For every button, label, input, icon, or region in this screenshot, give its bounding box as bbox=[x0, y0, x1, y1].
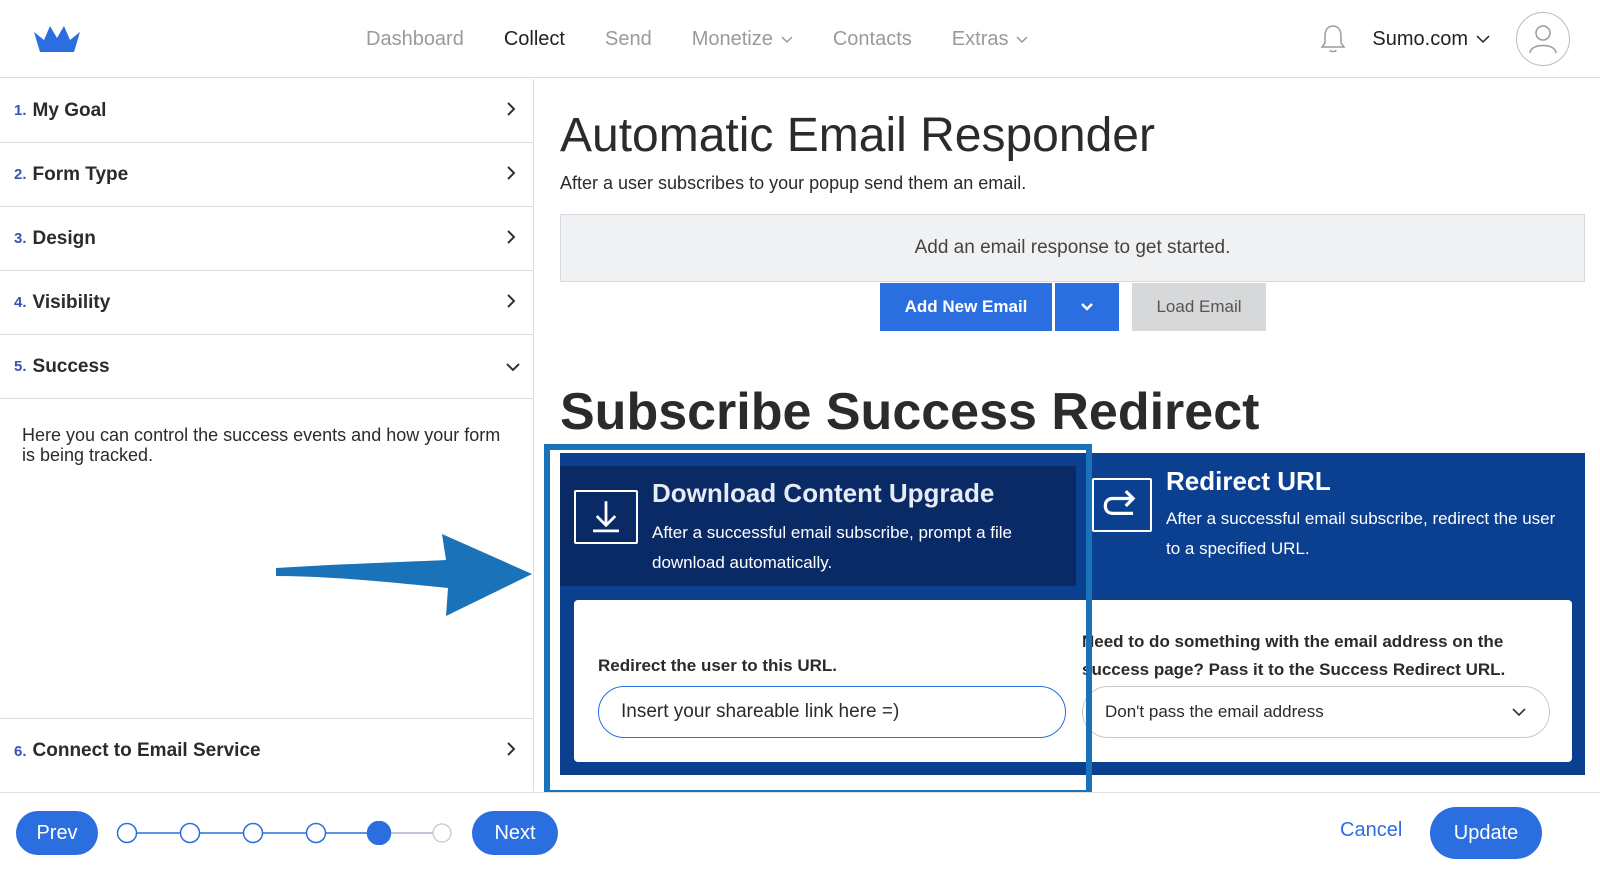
email-response-empty-state: Add an email response to get started. bbox=[560, 214, 1585, 282]
prev-button[interactable]: Prev bbox=[16, 811, 98, 855]
account-menu[interactable]: Sumo.com bbox=[1372, 28, 1490, 51]
step-number: 2. bbox=[14, 166, 27, 183]
redirect-icon bbox=[1092, 478, 1152, 532]
user-icon bbox=[1529, 25, 1557, 54]
annotation-arrow-icon bbox=[276, 534, 532, 616]
pass-email-label: Need to do something with the email addr… bbox=[1082, 632, 1506, 679]
chevron-right-icon bbox=[507, 742, 516, 756]
nav-contacts[interactable]: Contacts bbox=[833, 28, 912, 51]
chevron-down-icon bbox=[781, 36, 793, 44]
wizard-footer: Prev Next Cancel Update bbox=[0, 792, 1600, 870]
step-form-type[interactable]: 2. Form Type bbox=[0, 143, 533, 207]
nav-label: Contacts bbox=[832, 27, 912, 50]
chevron-right-icon bbox=[507, 166, 516, 180]
chevron-down-icon bbox=[506, 363, 520, 372]
progress-dot-current[interactable] bbox=[366, 821, 392, 845]
empty-state-text: Add an email response to get started. bbox=[914, 237, 1231, 258]
load-email-button[interactable]: Load Email bbox=[1132, 283, 1266, 331]
step-connect-email-service[interactable]: 6. Connect to Email Service bbox=[0, 719, 533, 783]
chevron-down-icon bbox=[1016, 36, 1029, 44]
chevron-down-icon bbox=[1512, 708, 1526, 717]
nav-label: Send bbox=[604, 27, 652, 50]
crown-logo-icon[interactable] bbox=[32, 24, 82, 54]
progress-dot-upcoming[interactable] bbox=[432, 823, 452, 843]
step-label: My Goal bbox=[32, 99, 107, 121]
add-email-dropdown-button[interactable] bbox=[1055, 283, 1119, 331]
chevron-right-icon bbox=[507, 230, 516, 244]
nav-send[interactable]: Send bbox=[605, 28, 652, 51]
nav-monetize[interactable]: Monetize bbox=[692, 28, 793, 51]
chevron-right-icon bbox=[507, 294, 516, 308]
nav-collect[interactable]: Collect bbox=[504, 28, 565, 51]
step-number: 5. bbox=[14, 358, 27, 375]
nav-label: Extras bbox=[951, 27, 1009, 50]
add-new-email-button[interactable]: Add New Email bbox=[880, 283, 1052, 331]
nav-dashboard[interactable]: Dashboard bbox=[366, 28, 464, 51]
nav-label: Dashboard bbox=[366, 27, 464, 50]
top-header: Dashboard Collect Send Monetize Contacts… bbox=[0, 0, 1600, 78]
step-success[interactable]: 5. Success bbox=[0, 335, 533, 399]
nav-extras[interactable]: Extras bbox=[952, 28, 1029, 51]
nav-label: Monetize bbox=[691, 27, 773, 50]
pass-email-select[interactable]: Don't pass the email address bbox=[1082, 686, 1550, 738]
responder-subtitle: After a user subscribes to your popup se… bbox=[560, 173, 1027, 193]
user-avatar[interactable] bbox=[1516, 12, 1570, 66]
account-name: Sumo.com bbox=[1372, 27, 1468, 50]
next-button[interactable]: Next bbox=[472, 811, 558, 855]
chevron-down-icon bbox=[1081, 303, 1093, 311]
step-number: 6. bbox=[14, 742, 27, 760]
progress-dot[interactable] bbox=[305, 822, 327, 844]
nav-label: Collect bbox=[503, 27, 565, 50]
step-label: Success bbox=[32, 355, 110, 377]
redirect-url-option-title[interactable]: Redirect URL bbox=[1166, 466, 1331, 497]
chevron-down-icon bbox=[1476, 35, 1490, 44]
redirect-url-option-desc: After a successful email subscribe, redi… bbox=[1166, 509, 1556, 558]
step-number: 4. bbox=[14, 294, 27, 311]
step-label: Design bbox=[32, 227, 96, 249]
responder-title: Automatic Email Responder bbox=[560, 109, 1155, 162]
step-number: 1. bbox=[14, 102, 27, 119]
progress-dot[interactable] bbox=[242, 822, 264, 844]
step-label: Connect to Email Service bbox=[32, 740, 261, 761]
wizard-sidebar: 1. My Goal 2. Form Type 3. Design 4. Vis… bbox=[0, 79, 534, 791]
header-right: Sumo.com bbox=[1318, 0, 1570, 78]
step-progress-indicator bbox=[116, 821, 452, 845]
step-my-goal[interactable]: 1. My Goal bbox=[0, 79, 533, 143]
bell-icon[interactable] bbox=[1318, 23, 1348, 55]
step-visibility[interactable]: 4. Visibility bbox=[0, 271, 533, 335]
progress-dot[interactable] bbox=[116, 822, 138, 844]
update-button[interactable]: Update bbox=[1430, 807, 1542, 859]
step-number: 3. bbox=[14, 230, 27, 247]
step-label: Form Type bbox=[32, 163, 129, 185]
pass-email-selected-value: Don't pass the email address bbox=[1105, 702, 1324, 721]
progress-dot[interactable] bbox=[179, 822, 201, 844]
cancel-button[interactable]: Cancel bbox=[1340, 819, 1402, 842]
highlight-annotation-box bbox=[544, 444, 1092, 796]
step-label: Visibility bbox=[32, 291, 111, 313]
step-design[interactable]: 3. Design bbox=[0, 207, 533, 271]
chevron-right-icon bbox=[507, 102, 516, 116]
redirect-section-title: Subscribe Success Redirect bbox=[560, 383, 1260, 441]
main-nav: Dashboard Collect Send Monetize Contacts… bbox=[366, 0, 1068, 78]
